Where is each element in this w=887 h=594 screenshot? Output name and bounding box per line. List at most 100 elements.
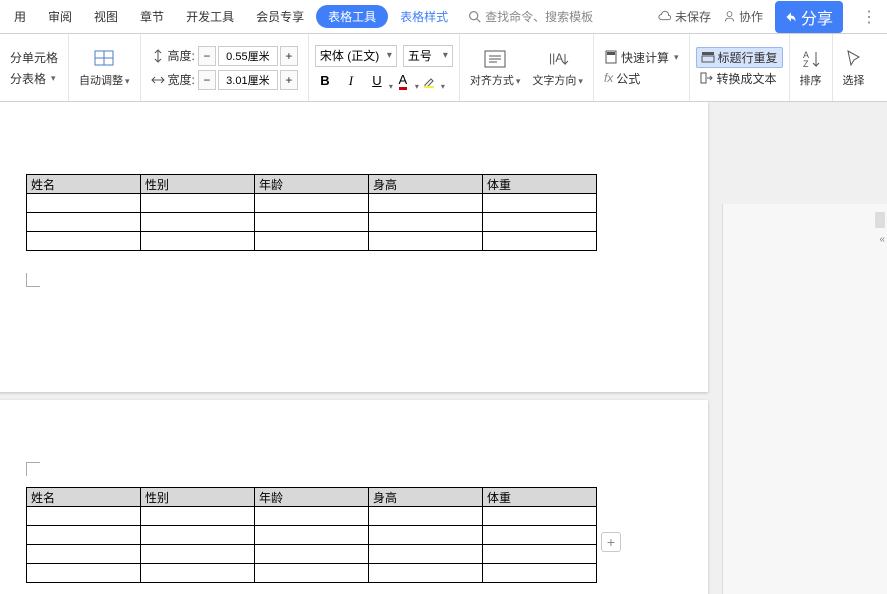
svg-text:Z: Z	[803, 59, 809, 69]
group-auto-adjust: 自动调整▾	[69, 34, 141, 101]
table-row[interactable]	[27, 232, 597, 251]
page-1[interactable]: 姓名 性别 年龄 身高 体重	[0, 102, 708, 392]
table-row[interactable]	[27, 545, 597, 564]
group-select: 选择	[833, 34, 875, 101]
text-direction-button[interactable]: ||A 文字方向▾	[528, 46, 587, 90]
menu-table-tools[interactable]: 表格工具	[316, 5, 388, 28]
cloud-icon	[658, 10, 672, 24]
side-panel-handle[interactable]	[875, 212, 885, 228]
fast-calc-button[interactable]: 快速计算▾	[600, 47, 683, 68]
group-formula: 快速计算▾ fx 公式	[594, 34, 690, 101]
row-height: 高度: − +	[147, 44, 302, 68]
width-minus[interactable]: −	[198, 70, 216, 90]
document-table-1[interactable]: 姓名 性别 年龄 身高 体重	[26, 174, 597, 251]
font-name-select[interactable]: 宋体 (正文)	[315, 45, 397, 67]
add-row-button[interactable]: +	[601, 532, 621, 552]
calculator-icon	[604, 50, 618, 64]
svg-text:||A: ||A	[549, 51, 563, 65]
th-gender[interactable]: 性别	[141, 175, 255, 194]
th-weight[interactable]: 体重	[483, 175, 597, 194]
menu-reference[interactable]: 用	[4, 4, 36, 29]
italic-button[interactable]: I	[341, 71, 361, 91]
unsaved-indicator[interactable]: 未保存	[658, 8, 711, 25]
split-table-button[interactable]: 分表格▾	[6, 68, 62, 89]
highlight-button[interactable]: ▾	[419, 71, 439, 91]
page-2[interactable]: 姓名 性别 年龄 身高 体重	[0, 400, 708, 594]
split-cell-button[interactable]: 分单元格	[6, 47, 62, 68]
side-panel-arrow[interactable]: «	[879, 234, 885, 245]
width-input[interactable]	[218, 70, 278, 90]
formula-button[interactable]: fx 公式	[600, 68, 683, 89]
chevron-down-icon: ▾	[516, 76, 521, 86]
group-cell: 分单元格 分表格▾	[0, 34, 69, 101]
cursor-icon	[843, 48, 865, 70]
margin-mark	[26, 462, 40, 476]
table-header-row[interactable]: 姓名 性别 年龄 身高 体重	[27, 488, 597, 507]
th-height[interactable]: 身高	[369, 488, 483, 507]
menu-view[interactable]: 视图	[84, 4, 128, 29]
group-align: 对齐方式▾ ||A 文字方向▾	[460, 34, 594, 101]
chevron-down-icon: ▾	[674, 52, 679, 63]
th-gender[interactable]: 性别	[141, 488, 255, 507]
margin-mark	[26, 273, 40, 287]
col-width: 宽度: − +	[147, 68, 302, 92]
height-plus[interactable]: +	[280, 46, 298, 66]
th-height[interactable]: 身高	[369, 175, 483, 194]
font-size-select[interactable]: 五号	[403, 45, 453, 67]
width-plus[interactable]: +	[280, 70, 298, 90]
group-font: 宋体 (正文) 五号 B I U▾ A▾ ▾	[309, 34, 460, 101]
document-table-2[interactable]: 姓名 性别 年龄 身高 体重	[26, 487, 597, 583]
document-area: 姓名 性别 年龄 身高 体重 姓名 性别 年龄 身高 体重	[0, 102, 887, 594]
th-weight[interactable]: 体重	[483, 488, 597, 507]
select-button[interactable]: 选择	[839, 46, 869, 90]
header-repeat-icon	[701, 50, 715, 64]
more-menu[interactable]: ⋮	[855, 7, 883, 27]
th-age[interactable]: 年龄	[255, 175, 369, 194]
menu-vip[interactable]: 会员专享	[246, 4, 314, 29]
table-row[interactable]	[27, 194, 597, 213]
height-input[interactable]	[218, 46, 278, 66]
menubar: 用 审阅 视图 章节 开发工具 会员专享 表格工具 表格样式 查找命令、搜索模板…	[0, 0, 887, 34]
menu-table-style[interactable]: 表格样式	[390, 4, 458, 29]
user-icon	[723, 10, 736, 23]
sort-icon: AZ	[800, 48, 822, 70]
auto-adjust-button[interactable]: 自动调整▾	[75, 46, 134, 90]
align-button[interactable]: 对齐方式▾	[466, 46, 525, 90]
chevron-down-icon: ▾	[578, 76, 583, 86]
text-direction-icon: ||A	[545, 48, 571, 70]
to-text-icon	[700, 71, 714, 85]
fx-icon: fx	[604, 71, 613, 85]
th-age[interactable]: 年龄	[255, 488, 369, 507]
to-text-button[interactable]: 转换成文本	[696, 68, 783, 89]
share-button[interactable]: 分享	[775, 1, 843, 33]
table-header-row[interactable]: 姓名 性别 年龄 身高 体重	[27, 175, 597, 194]
menu-review[interactable]: 审阅	[38, 4, 82, 29]
search-icon	[468, 10, 481, 23]
search-box[interactable]: 查找命令、搜索模板	[468, 8, 593, 25]
th-name[interactable]: 姓名	[27, 175, 141, 194]
bold-button[interactable]: B	[315, 71, 335, 91]
side-panel: «	[722, 204, 887, 594]
table-row[interactable]	[27, 526, 597, 545]
table-row[interactable]	[27, 564, 597, 583]
auto-adjust-icon	[92, 48, 116, 70]
chevron-down-icon: ▾	[51, 73, 56, 84]
height-icon	[151, 49, 165, 63]
underline-button[interactable]: U▾	[367, 71, 387, 91]
width-icon	[151, 73, 165, 87]
share-icon	[785, 11, 797, 23]
header-repeat-button[interactable]: 标题行重复	[696, 47, 783, 68]
menu-devtools[interactable]: 开发工具	[176, 4, 244, 29]
table-row[interactable]	[27, 213, 597, 232]
top-right-actions: 未保存 协作 分享 ⋮	[658, 1, 883, 33]
highlight-icon	[422, 74, 436, 88]
table-row[interactable]	[27, 507, 597, 526]
font-color-button[interactable]: A▾	[393, 71, 413, 91]
menu-chapter[interactable]: 章节	[130, 4, 174, 29]
sort-button[interactable]: AZ 排序	[796, 46, 826, 90]
collab-button[interactable]: 协作	[723, 8, 763, 25]
chevron-down-icon: ▾	[441, 82, 445, 91]
th-name[interactable]: 姓名	[27, 488, 141, 507]
group-sort: AZ 排序	[790, 34, 833, 101]
height-minus[interactable]: −	[198, 46, 216, 66]
